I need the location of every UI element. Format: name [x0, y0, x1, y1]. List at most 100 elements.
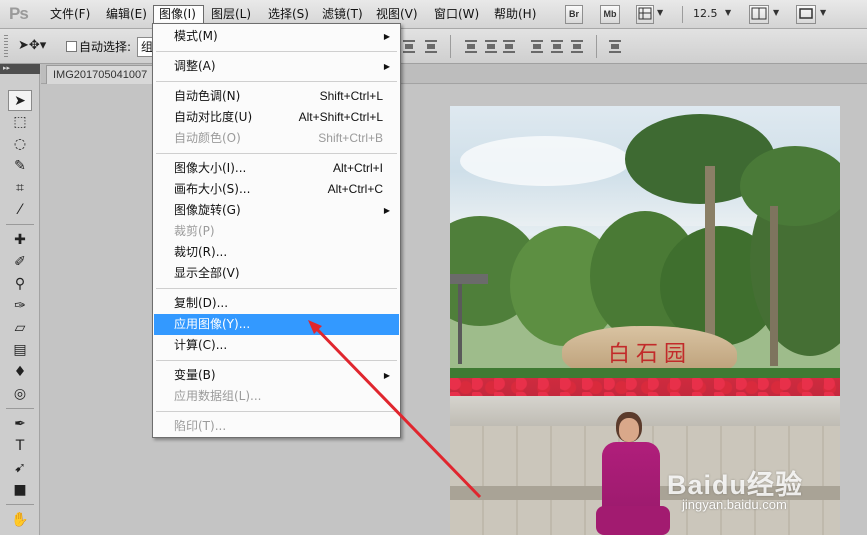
auto-select-checkbox[interactable] — [66, 41, 77, 52]
menu-item-label: 计算(C)... — [174, 338, 228, 352]
menu-item-apply-image[interactable]: 应用图像(Y)... — [154, 314, 399, 335]
zoom-dropdown-icon[interactable]: ▼ — [725, 8, 731, 17]
menu-item[interactable]: 裁切(R)... — [154, 242, 399, 263]
menu-item-label: 应用数据组(L)... — [174, 389, 262, 403]
menu-item-shortcut: Alt+Shift+Ctrl+L — [298, 110, 383, 124]
menu-item-label: 图像旋转(G) — [174, 203, 241, 217]
arrange-dropdown-icon[interactable]: ▼ — [773, 8, 779, 17]
menu-item[interactable]: 显示全部(V) — [154, 263, 399, 284]
menu-separator — [156, 411, 397, 412]
photoshop-logo: Ps — [9, 4, 29, 23]
submenu-arrow-icon: ▶ — [383, 371, 390, 380]
menu-filter[interactable]: 滤镜(T) — [316, 5, 363, 24]
menu-item-label: 变量(B) — [174, 368, 216, 382]
menu-item[interactable]: 自动色调(N) Shift+Ctrl+L — [154, 86, 399, 107]
healing-brush-tool-icon[interactable]: ✚ — [8, 230, 32, 251]
menu-select[interactable]: 选择(S) — [262, 5, 309, 24]
align-icon[interactable] — [500, 37, 518, 55]
align-icon[interactable] — [400, 37, 418, 55]
arrange-icon — [751, 7, 767, 20]
tools-divider — [6, 224, 34, 225]
menu-separator — [156, 288, 397, 289]
options-bar: ➤✥▾ 自动选择: 组 — [0, 29, 867, 64]
zoom-level[interactable]: 12.5 — [693, 7, 718, 20]
align-icon[interactable] — [528, 37, 546, 55]
crop-tool-icon[interactable]: ⌗ — [8, 178, 32, 199]
submenu-arrow-icon: ▶ — [383, 206, 390, 215]
screen-mode-icon — [799, 8, 813, 19]
mini-bridge-button[interactable]: Mb — [600, 5, 620, 24]
person-legs — [596, 506, 670, 535]
menu-item-label: 调整(A) — [174, 59, 216, 73]
screen-mode-button[interactable] — [796, 5, 816, 24]
menu-item[interactable]: 画布大小(S)... Alt+Ctrl+C — [154, 179, 399, 200]
view-extras-button[interactable] — [636, 5, 654, 24]
menu-item[interactable]: 模式(M) ▶ — [154, 26, 399, 47]
gradient-tool-icon[interactable]: ▤ — [8, 340, 32, 361]
arrange-documents-button[interactable] — [749, 5, 769, 24]
type-tool-icon[interactable]: T — [8, 436, 32, 457]
marquee-tool-icon[interactable]: ⬚ — [8, 112, 32, 133]
menu-item[interactable]: 调整(A) ▶ — [154, 56, 399, 77]
screen-mode-dropdown-icon[interactable]: ▼ — [820, 8, 826, 17]
quick-selection-tool-icon[interactable]: ✎ — [8, 156, 32, 177]
menu-item-label: 模式(M) — [174, 29, 218, 43]
menu-item[interactable]: 计算(C)... — [154, 335, 399, 356]
menu-separator — [156, 360, 397, 361]
chevron-down-icon[interactable]: ▼ — [657, 8, 663, 17]
history-brush-tool-icon[interactable]: ✑ — [8, 296, 32, 317]
align-icon[interactable] — [462, 37, 480, 55]
menu-item-shortcut: Alt+Ctrl+C — [327, 182, 383, 196]
document-tab[interactable]: IMG201705041007 — [46, 65, 155, 84]
menu-edit[interactable]: 编辑(E) — [100, 5, 148, 24]
stone-wall — [450, 396, 840, 426]
menu-help[interactable]: 帮助(H) — [488, 5, 538, 24]
menu-item-label: 裁剪(P) — [174, 224, 215, 238]
auto-select-label: 自动选择: — [79, 40, 132, 54]
rectangle-tool-icon[interactable]: ■ — [8, 480, 32, 501]
eraser-tool-icon[interactable]: ▱ — [8, 318, 32, 339]
path-selection-tool-icon[interactable]: ➹ — [8, 458, 32, 479]
bridge-button[interactable]: Br — [565, 5, 583, 24]
move-tool-preset-icon[interactable]: ➤✥▾ — [18, 38, 46, 53]
menu-item-label: 自动色调(N) — [174, 89, 241, 103]
menu-image[interactable]: 图像(I) — [153, 5, 204, 24]
menu-item[interactable]: 图像旋转(G) ▶ — [154, 200, 399, 221]
menu-layer[interactable]: 图层(L) — [205, 5, 255, 24]
menu-item: 应用数据组(L)... — [154, 386, 399, 407]
eyedropper-tool-icon[interactable]: ⁄ — [8, 200, 32, 221]
rock-sign-text: 白石园 — [608, 342, 693, 367]
menu-item[interactable]: 变量(B) ▶ — [154, 365, 399, 386]
brush-tool-icon[interactable]: ✐ — [8, 252, 32, 273]
dodge-tool-icon[interactable]: ◎ — [8, 384, 32, 405]
baidu-watermark-url: jingyan.baidu.com — [682, 497, 787, 512]
menu-bar: Ps 文件(F) 编辑(E) 图像(I) 图层(L) 选择(S) 滤镜(T) 视图(V) 窗口… — [0, 0, 867, 29]
align-icon[interactable] — [568, 37, 586, 55]
menu-file[interactable]: 文件(F) — [44, 5, 92, 24]
menu-item-shortcut: Shift+Ctrl+L — [319, 89, 383, 103]
palm-crown — [740, 146, 840, 226]
tools-panel-header[interactable]: ▸▸ — [0, 64, 40, 74]
hand-tool-icon[interactable]: ✋ — [8, 510, 32, 531]
menu-view[interactable]: 视图(V) — [370, 5, 418, 24]
lasso-tool-icon[interactable]: ◌ — [8, 134, 32, 155]
menu-item: 自动颜色(O) Shift+Ctrl+B — [154, 128, 399, 149]
menu-item-label: 画布大小(S)... — [174, 182, 251, 196]
align-icon[interactable] — [606, 37, 624, 55]
menu-item[interactable]: 图像大小(I)... Alt+Ctrl+I — [154, 158, 399, 179]
menu-item[interactable]: 自动对比度(U) Alt+Shift+Ctrl+L — [154, 107, 399, 128]
menu-item-label: 自动颜色(O) — [174, 131, 241, 145]
menu-item-label: 应用图像(Y)... — [174, 317, 251, 331]
blur-tool-icon[interactable]: ♦ — [8, 362, 32, 383]
pavilion-roof — [450, 274, 488, 284]
move-tool-icon[interactable]: ➤ — [8, 90, 32, 111]
align-icon[interactable] — [548, 37, 566, 55]
submenu-arrow-icon: ▶ — [383, 32, 390, 41]
clone-stamp-tool-icon[interactable]: ⚲ — [8, 274, 32, 295]
pen-tool-icon[interactable]: ✒ — [8, 414, 32, 435]
align-icon[interactable] — [422, 37, 440, 55]
panel-grip[interactable] — [4, 35, 8, 58]
menu-window[interactable]: 窗口(W) — [428, 5, 481, 24]
menu-item[interactable]: 复制(D)... — [154, 293, 399, 314]
align-icon[interactable] — [482, 37, 500, 55]
